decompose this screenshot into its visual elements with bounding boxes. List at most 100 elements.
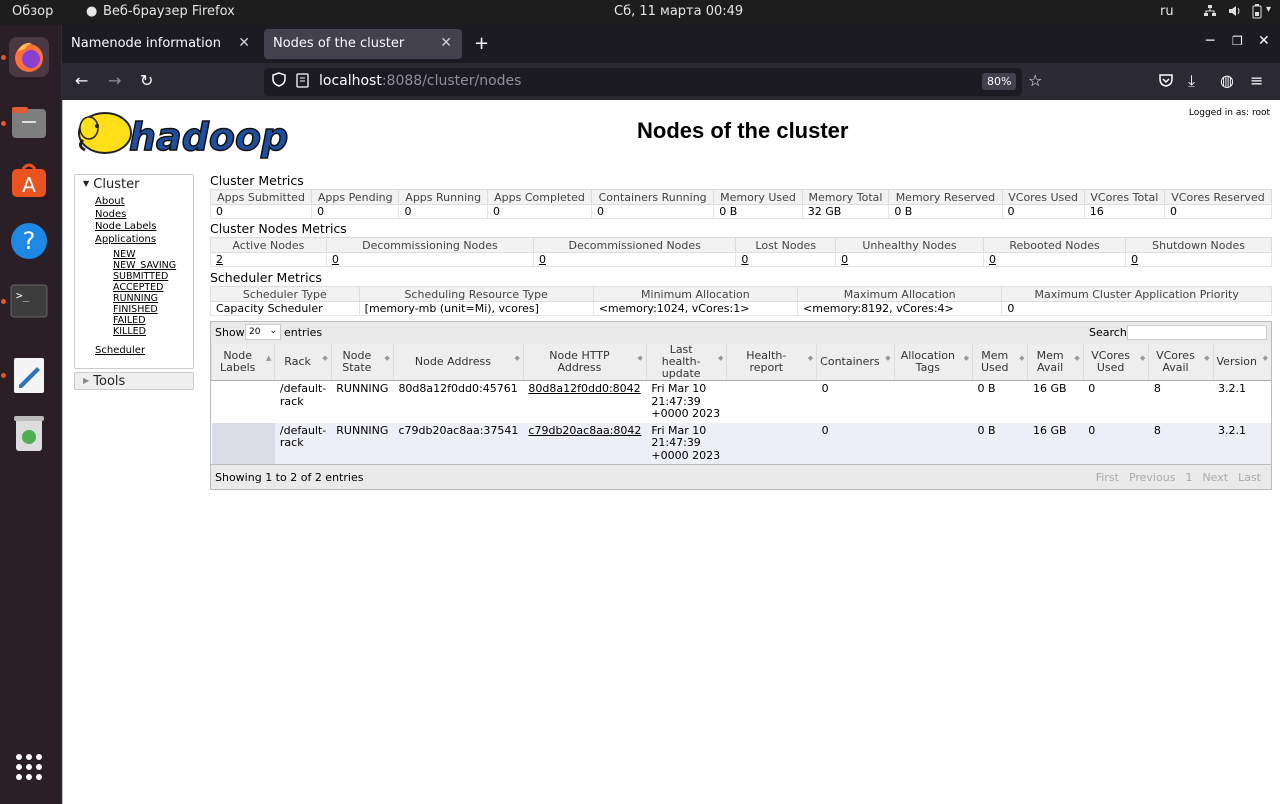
nav-app-state-killed[interactable]: KILLED	[75, 326, 193, 337]
globe-icon[interactable]: ◍	[1220, 71, 1234, 90]
network-icon[interactable]	[1203, 4, 1217, 22]
nav-applications-link[interactable]: Applications	[75, 234, 193, 247]
nav-scheduler-link[interactable]: Scheduler	[75, 345, 193, 358]
sort-icon: ◆	[885, 354, 891, 362]
clock[interactable]: Сб, 11 марта 00:49	[614, 4, 743, 19]
column-header[interactable]: Containers ◆	[816, 344, 895, 381]
trash-dock-icon[interactable]	[9, 413, 49, 453]
zoom-level[interactable]: 80%	[982, 73, 1017, 90]
column-header[interactable]: Mem Used ◆	[972, 344, 1028, 381]
pager-last[interactable]: Last	[1238, 471, 1261, 484]
nav-nodes-link[interactable]: Nodes	[75, 209, 193, 222]
node-http-link[interactable]: 80d8a12f0dd0:8042	[528, 382, 640, 395]
activities-button[interactable]: Обзор	[12, 4, 53, 19]
nav-about-link[interactable]: About	[75, 196, 193, 209]
keyboard-layout[interactable]: ru	[1160, 4, 1174, 19]
firefox-app-icon: ●	[86, 4, 98, 19]
page-info-icon[interactable]	[296, 73, 309, 92]
active-app-label[interactable]: Веб-браузер Firefox	[103, 4, 235, 19]
metric-value-link[interactable]: 0	[741, 253, 748, 266]
search-input[interactable]	[1127, 325, 1267, 340]
nav-app-state-running[interactable]: RUNNING	[75, 293, 193, 304]
scheduler-metrics-title: Scheduler Metrics	[210, 270, 322, 285]
metric-value: 2	[210, 252, 327, 267]
bookmark-star-icon[interactable]: ☆	[1028, 71, 1042, 90]
metric-header: Scheduling Resource Type	[358, 286, 594, 302]
forward-icon[interactable]: →	[108, 71, 121, 90]
nodes-metrics-title: Cluster Nodes Metrics	[210, 221, 347, 236]
metric-value: 0	[1001, 204, 1085, 219]
column-header[interactable]: VCores Used ◆	[1082, 344, 1149, 381]
metric-header: Apps Submitted	[209, 189, 313, 205]
triangle-right-icon: ▶	[83, 375, 90, 385]
column-header[interactable]: VCores Avail ◆	[1148, 344, 1213, 381]
nav-app-state-new[interactable]: NEW	[75, 249, 193, 260]
battery-icon[interactable]	[1252, 4, 1262, 23]
tools-section-header[interactable]: ▶ Tools	[74, 371, 194, 390]
tab-namenode[interactable]: Namenode information ✕	[62, 29, 260, 59]
table-cell: 80d8a12f0dd0:45761	[393, 380, 524, 423]
nav-app-state-new-saving[interactable]: NEW_SAVING	[75, 260, 193, 271]
metric-value-link[interactable]: 0	[1131, 253, 1138, 266]
datatable-toolbar: Show 20 ⌄ entries Search:	[211, 322, 1271, 344]
cluster-section-header[interactable]: ▼ Cluster	[75, 175, 193, 193]
table-row: /default-rack RUNNING c79db20ac8aa:37541 c7…	[211, 422, 1271, 464]
column-header[interactable]: Rack ◆	[274, 344, 332, 381]
logged-in-label: Logged in as: root	[1188, 108, 1270, 118]
metric-value-link[interactable]: 0	[332, 253, 339, 266]
close-icon[interactable]: ✕	[238, 35, 250, 51]
downloads-icon[interactable]: ⤓	[1188, 71, 1195, 91]
back-icon[interactable]: ←	[75, 71, 88, 90]
pager-next[interactable]: Next	[1202, 471, 1228, 484]
metric-value-link[interactable]: 0	[841, 253, 848, 266]
terminal-dock-icon[interactable]: >_	[9, 281, 49, 321]
node-http-link[interactable]: c79db20ac8aa:8042	[528, 424, 641, 437]
nav-app-state-failed[interactable]: FAILED	[75, 315, 193, 326]
column-header[interactable]: Health-report ◆	[726, 344, 817, 381]
files-dock-icon[interactable]	[9, 103, 49, 143]
metric-value-link[interactable]: 0	[989, 253, 996, 266]
new-tab-icon[interactable]: +	[474, 33, 489, 54]
table-cell	[726, 380, 817, 423]
restore-icon[interactable]: ❐	[1232, 34, 1243, 48]
column-header[interactable]: Node HTTP Address ◆	[522, 344, 647, 381]
shield-icon[interactable]	[272, 72, 286, 91]
pager-previous[interactable]: Previous	[1129, 471, 1176, 484]
metric-value-link[interactable]: 0	[539, 253, 546, 266]
software-dock-icon[interactable]: A	[9, 161, 49, 201]
menu-icon[interactable]: ≡	[1250, 71, 1263, 90]
column-header[interactable]: Allocation Tags ◆	[893, 344, 973, 381]
page-size-select[interactable]: 20 ⌄	[245, 324, 281, 340]
column-header[interactable]: Version ◆	[1212, 344, 1271, 381]
url-bar[interactable]: localhost:8088/cluster/nodes 80% ☆	[264, 68, 1042, 96]
minimize-icon[interactable]: ─	[1206, 33, 1214, 49]
nav-node-labels-link[interactable]: Node Labels	[75, 221, 193, 234]
text-editor-dock-icon[interactable]	[9, 355, 49, 395]
nav-app-state-submitted[interactable]: SUBMITTED	[75, 271, 193, 282]
metric-header: VCores Used	[1001, 189, 1085, 205]
tab-nodes-active[interactable]: Nodes of the cluster ✕	[264, 29, 462, 59]
column-header[interactable]: Node State ◆	[330, 344, 394, 381]
column-header[interactable]: Node Labels ▲	[210, 344, 275, 381]
nav-app-state-finished[interactable]: FINISHED	[75, 304, 193, 315]
window-close-icon[interactable]: ✕	[1258, 33, 1270, 49]
table-row: /default-rack RUNNING 80d8a12f0dd0:45761 80…	[211, 380, 1271, 423]
pager-1[interactable]: 1	[1185, 471, 1192, 484]
pager-first[interactable]: First	[1096, 471, 1119, 484]
close-icon[interactable]: ✕	[440, 35, 452, 51]
volume-icon[interactable]	[1228, 4, 1242, 22]
power-menu-icon[interactable]: ▾	[1266, 4, 1271, 15]
firefox-dock-icon[interactable]	[9, 37, 49, 77]
pocket-icon[interactable]	[1158, 72, 1174, 92]
column-header[interactable]: Node Address ◆	[392, 344, 524, 381]
help-dock-icon[interactable]: ?	[9, 221, 49, 261]
column-header[interactable]: Mem Avail ◆	[1027, 344, 1084, 381]
column-header[interactable]: Last health-update ◆	[645, 344, 727, 381]
reload-icon[interactable]: ↻	[140, 71, 153, 90]
metric-value: 0	[209, 204, 313, 219]
show-apps-icon[interactable]	[9, 747, 49, 787]
nav-app-state-accepted[interactable]: ACCEPTED	[75, 282, 193, 293]
metric-header: Shutdown Nodes	[1125, 237, 1272, 253]
table-cell: 0	[816, 380, 895, 423]
metric-value-link[interactable]: 2	[216, 253, 223, 266]
